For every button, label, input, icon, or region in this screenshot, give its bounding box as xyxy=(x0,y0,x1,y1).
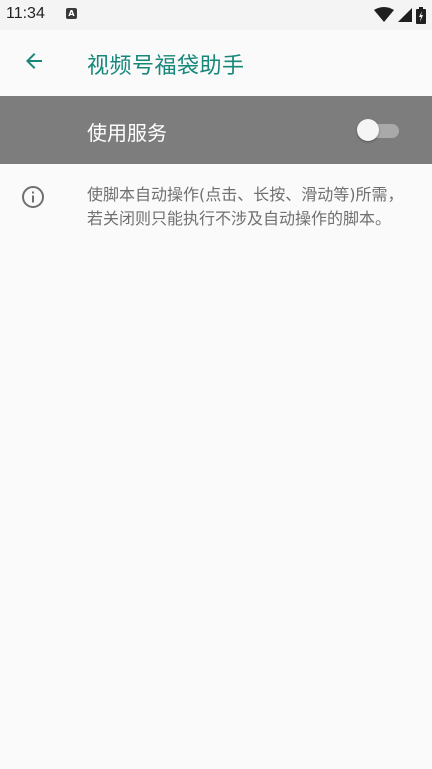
status-time: 11:34 xyxy=(6,5,45,22)
status-icons xyxy=(374,6,426,24)
info-icon xyxy=(21,185,45,209)
status-bar: 11:34 A xyxy=(0,0,432,30)
screen: 11:34 A 视频号福袋助手 使用服务 使脚本自动操作(点击、长按、滑动等)所… xyxy=(0,0,432,769)
info-description: 使脚本自动操作(点击、长按、滑动等)所需，若关闭则只能执行不涉及自动操作的脚本。 xyxy=(87,185,404,228)
back-button[interactable] xyxy=(14,45,54,81)
wifi-icon xyxy=(374,7,394,23)
use-service-row[interactable]: 使用服务 xyxy=(0,96,432,164)
arrow-left-icon xyxy=(22,49,46,77)
notification-badge-icon: A xyxy=(66,8,77,19)
battery-icon xyxy=(416,6,426,24)
signal-icon xyxy=(398,8,412,22)
toggle-thumb xyxy=(357,119,379,141)
app-bar: 视频号福袋助手 xyxy=(0,30,432,96)
use-service-label: 使用服务 xyxy=(87,121,167,145)
use-service-toggle[interactable] xyxy=(357,119,401,141)
page-title: 视频号福袋助手 xyxy=(87,54,245,79)
